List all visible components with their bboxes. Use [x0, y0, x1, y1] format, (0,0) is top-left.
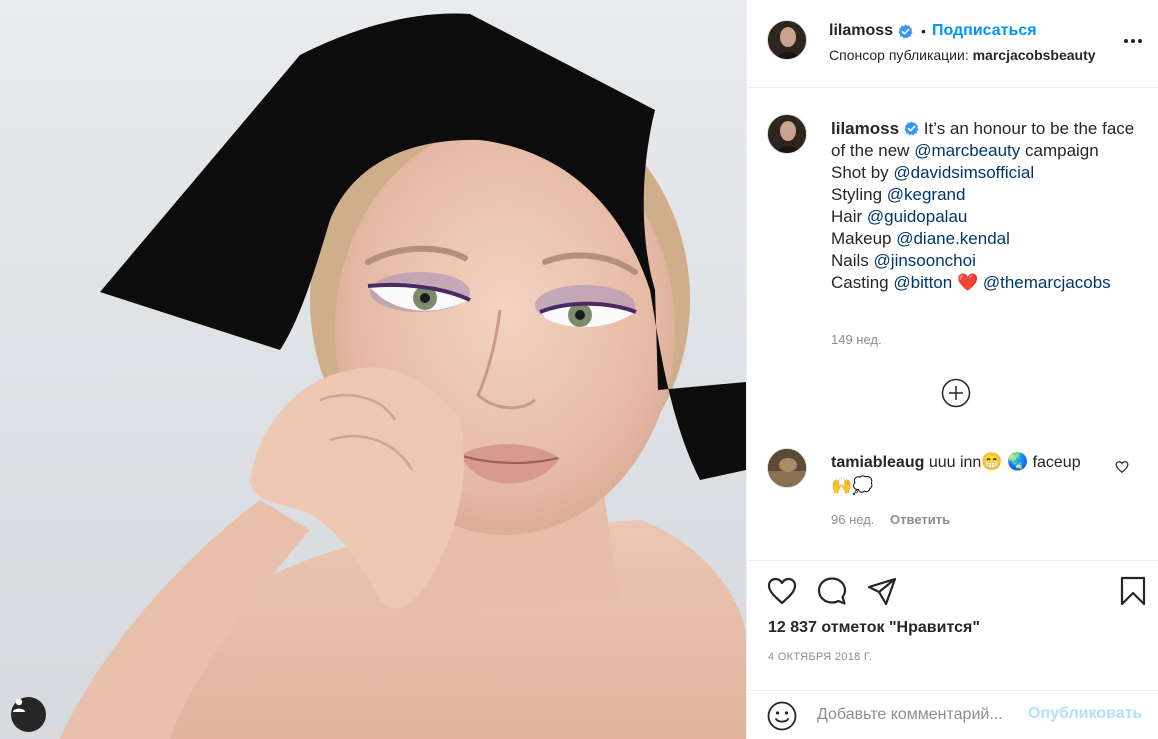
post-photo[interactable]	[0, 0, 746, 739]
sponsor-link[interactable]: marcjacobsbeauty	[973, 47, 1096, 63]
follow-button[interactable]: Подписаться	[932, 22, 1037, 40]
author-username[interactable]: lilamoss	[829, 22, 893, 40]
heart-emoji: ❤️	[956, 273, 979, 292]
bookmark-icon[interactable]	[1117, 575, 1149, 607]
sponsor-prefix: Спонсор публикации:	[829, 47, 969, 63]
mention-link[interactable]: @jinsoonchoi	[874, 251, 976, 270]
commenter-username[interactable]: tamiableaug	[831, 454, 924, 471]
mention-link[interactable]: @davidsimsofficial	[893, 163, 1034, 182]
header-separator: •	[921, 23, 926, 39]
mention-link[interactable]: @guidopalau	[867, 207, 967, 226]
author-avatar[interactable]	[767, 20, 807, 60]
paper-plane-icon[interactable]	[866, 575, 898, 607]
post-actions: 12 837 отметок "Нравится" 4 ОКТЯБРЯ 2018…	[747, 560, 1158, 690]
likes-count[interactable]: 12 837 отметок "Нравится"	[768, 619, 980, 637]
mention-link[interactable]: @themarcjacobs	[983, 273, 1111, 292]
verified-badge-icon	[898, 23, 913, 38]
post-header: lilamoss • Подписаться Спонсор публикаци…	[747, 0, 1158, 88]
comment-body: faceup	[1032, 454, 1081, 471]
caption-label: Nails	[831, 251, 869, 270]
comment-like-icon[interactable]	[1115, 460, 1129, 474]
caption-label: Casting	[831, 273, 889, 292]
caption-avatar-image	[768, 115, 806, 153]
comment-timestamp[interactable]: 96 нед.	[831, 512, 874, 527]
heart-icon[interactable]	[766, 575, 798, 607]
user-tag-button[interactable]	[11, 697, 46, 732]
more-options-icon[interactable]	[1123, 36, 1143, 46]
caption-timestamp[interactable]: 149 нед.	[831, 332, 882, 347]
commenter-avatar-image	[768, 449, 806, 487]
comment-meta: 96 нед. Ответить	[831, 512, 950, 527]
author-avatar-image	[768, 21, 806, 59]
caption-body: campaign	[1025, 141, 1099, 160]
sponsor-line: Спонсор публикации: marcjacobsbeauty	[829, 47, 1096, 63]
add-comment-bar: Опубликовать	[747, 690, 1158, 739]
post-date[interactable]: 4 ОКТЯБРЯ 2018 Г.	[768, 651, 872, 663]
comment-bubble-icon[interactable]	[816, 575, 848, 607]
mention-link[interactable]: @marcbeauty	[914, 141, 1020, 160]
load-more-icon[interactable]	[941, 378, 971, 408]
comment-body: uuu inn	[928, 454, 982, 471]
caption-text: lilamoss It’s an honour to be the face o…	[831, 118, 1141, 294]
caption-label: Hair	[831, 207, 863, 226]
comment-input[interactable]	[817, 703, 1029, 727]
thought-bubble-emoji: 💭	[852, 476, 874, 495]
raised-hands-emoji: 🙌	[831, 476, 853, 495]
commenter-avatar[interactable]	[767, 448, 807, 488]
globe-emoji: 🌏	[1006, 452, 1029, 471]
grin-emoji: 😁	[981, 452, 1003, 471]
comment-text: tamiableaug uuu inn😁 🌏 faceup 🙌💭	[831, 450, 1111, 498]
mention-link[interactable]: @kegrand	[887, 185, 966, 204]
mention-link[interactable]: @bitton	[893, 273, 952, 292]
user-tag-icon	[13, 698, 25, 712]
verified-badge-icon	[904, 121, 919, 136]
caption-label: Styling	[831, 185, 883, 204]
post-sidebar: lilamoss • Подписаться Спонсор публикаци…	[746, 0, 1158, 739]
post-photo-image	[60, 13, 746, 739]
reply-button[interactable]: Ответить	[890, 512, 950, 527]
caption-label: Makeup	[831, 229, 892, 248]
caption-label: Shot by	[831, 163, 889, 182]
publish-button[interactable]: Опубликовать	[1028, 705, 1142, 723]
mention-link[interactable]: @diane.kendal	[896, 229, 1010, 248]
caption-username[interactable]: lilamoss	[831, 119, 899, 138]
author-row: lilamoss • Подписаться	[829, 22, 1037, 40]
caption-avatar[interactable]	[767, 114, 807, 154]
smiley-icon[interactable]	[767, 701, 797, 731]
